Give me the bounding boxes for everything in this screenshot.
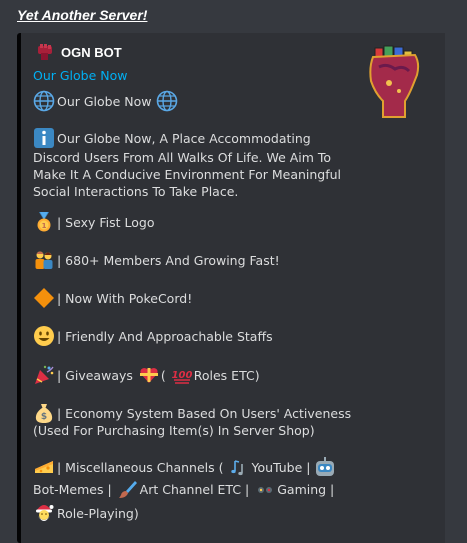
- description-text: Our Globe Now, A Place Accommodating Dis…: [33, 131, 342, 199]
- santa-icon: [33, 502, 55, 524]
- giveaways-text-b: (: [160, 368, 166, 383]
- money-bag-icon: $: [33, 402, 55, 424]
- svg-text:$: $: [41, 412, 47, 422]
- svg-text:1: 1: [42, 222, 47, 230]
- server-heading: Yet Another Server!: [17, 7, 148, 23]
- globe-line-text: Our Globe Now: [57, 94, 152, 109]
- orange-diamond-icon: [33, 287, 55, 309]
- feature-giveaways: | Giveaways ( 100 Roles ETC): [33, 364, 260, 386]
- feature-economy-line-2: (Used For Purchasing Item(s) In Server S…: [33, 423, 315, 438]
- misc-text-d: Art Channel ETC |: [139, 482, 250, 497]
- server-embed: OGN BOT Our Globe Now Our Globe Now Our …: [17, 33, 445, 543]
- giveaways-text-c: Roles ETC): [193, 368, 260, 383]
- feature-logo: 1 | Sexy Fist Logo: [33, 211, 154, 233]
- globe-line: Our Globe Now: [33, 90, 180, 112]
- hundred-icon: 100: [172, 365, 192, 385]
- feature-economy-text-1: | Economy System Based On Users' Activen…: [57, 406, 352, 421]
- fist-icon: [38, 44, 52, 60]
- feature-misc-line-3: Role-Playing): [33, 502, 139, 524]
- misc-text-a: | Miscellaneous Channels (: [57, 460, 224, 475]
- feature-staff-text: | Friendly And Approachable Staffs: [57, 329, 273, 344]
- feature-staff: | Friendly And Approachable Staffs: [33, 325, 273, 347]
- misc-text-b: YouTube |: [251, 460, 311, 475]
- party-popper-icon: [33, 364, 55, 386]
- feature-misc: | Miscellaneous Channels ( YouTube |: [33, 456, 338, 478]
- feature-pokecord: | Now With PokeCord!: [33, 287, 192, 309]
- feature-economy: $ | Economy System Based On Users' Activ…: [33, 402, 351, 424]
- feature-members-text: | 680+ Members And Growing Fast!: [57, 253, 280, 268]
- gamepad-icon: [255, 479, 275, 499]
- info-icon: [33, 127, 55, 149]
- giveaways-text-a: | Giveaways: [57, 368, 133, 383]
- gift-heart-icon: [139, 365, 159, 385]
- feature-pokecord-text: | Now With PokeCord!: [57, 291, 193, 306]
- cheese-icon: [33, 456, 55, 478]
- misc-text-f: Role-Playing): [57, 506, 139, 521]
- medal-icon: 1: [33, 211, 55, 233]
- notes-icon: [229, 457, 249, 477]
- embed-description: Our Globe Now, A Place Accommodating Dis…: [33, 127, 353, 200]
- smiley-icon: [33, 325, 55, 347]
- paintbrush-icon: [118, 479, 138, 499]
- globe-icon: [33, 90, 55, 112]
- robot-icon: [314, 456, 336, 478]
- misc-text-e: Gaming |: [277, 482, 335, 497]
- feature-logo-text: | Sexy Fist Logo: [57, 215, 155, 230]
- embed-title-link[interactable]: Our Globe Now: [33, 68, 128, 83]
- embed-author: OGN BOT: [37, 43, 122, 61]
- feature-misc-line-2: Bot-Memes | Art Channel ETC | Gaming |: [33, 479, 334, 499]
- fist-logo-thumbnail[interactable]: [365, 45, 425, 119]
- embed-author-name[interactable]: OGN BOT: [61, 45, 122, 60]
- feature-members: | 680+ Members And Growing Fast!: [33, 249, 280, 271]
- family-icon: [33, 249, 55, 271]
- misc-text-c: Bot-Memes |: [33, 482, 112, 497]
- globe-icon: [156, 90, 178, 112]
